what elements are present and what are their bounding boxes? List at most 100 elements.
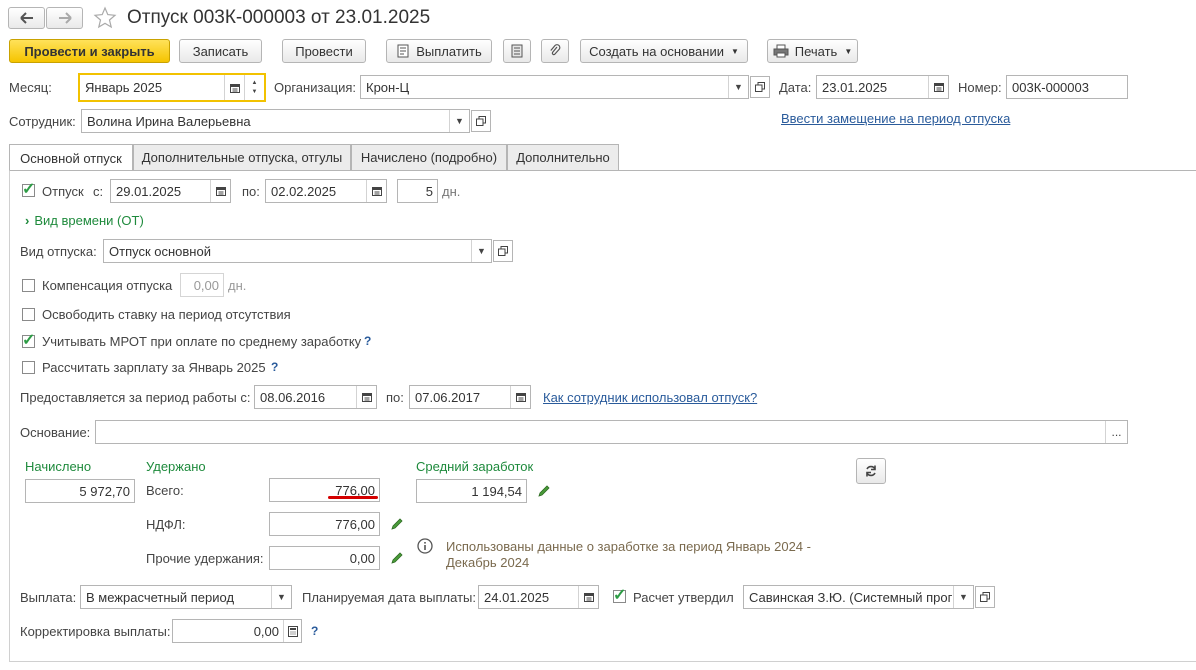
print-button[interactable]: Печать ▼	[767, 39, 858, 63]
select-button[interactable]: ...	[1105, 421, 1127, 443]
period-to-value: 07.06.2017	[415, 389, 481, 405]
vacation-label: Отпуск	[42, 184, 84, 199]
month-field[interactable]: Январь 2025 ▲ ▼	[78, 73, 266, 102]
help-icon[interactable]: ?	[311, 624, 318, 638]
accrued-field[interactable]: 5 972,70	[25, 479, 135, 503]
to-date-field[interactable]: 02.02.2025	[265, 179, 387, 203]
tab-additional[interactable]: Дополнительно	[507, 144, 619, 170]
period-from-field[interactable]: 08.06.2016	[254, 385, 377, 409]
how-used-link[interactable]: Как сотрудник использовал отпуск?	[543, 390, 757, 405]
date-label: Дата:	[779, 80, 812, 95]
vacation-type-label: Вид отпуска:	[20, 244, 97, 259]
calendar-icon[interactable]	[510, 386, 530, 408]
planned-date-field[interactable]: 24.01.2025	[478, 585, 599, 609]
approved-by-field[interactable]: Савинская З.Ю. (Системный прог ▼	[743, 585, 974, 609]
tab-additional-vacations[interactable]: Дополнительные отпуска, отгулы	[133, 144, 351, 170]
pencil-icon[interactable]	[390, 517, 404, 531]
compensation-checkbox[interactable]	[22, 279, 35, 292]
create-based-on-button[interactable]: Создать на основании ▼	[580, 39, 748, 63]
from-date-field[interactable]: 29.01.2025	[110, 179, 231, 203]
print-label: Печать	[794, 43, 838, 59]
help-icon[interactable]: ?	[364, 334, 371, 348]
employee-value: Волина Ирина Валерьевна	[87, 113, 251, 129]
days-field[interactable]: 5	[397, 179, 438, 203]
basis-field[interactable]: ...	[95, 420, 1128, 444]
dropdown-arrow-icon[interactable]: ▼	[449, 110, 469, 132]
calendar-icon[interactable]	[224, 75, 244, 100]
pencil-icon[interactable]	[390, 551, 404, 565]
arrow-right-icon	[58, 12, 72, 24]
org-label: Организация:	[274, 80, 357, 95]
to-label: по:	[242, 184, 260, 199]
number-value: 003К-000003	[1012, 79, 1089, 95]
ndfl-value: 776,00	[335, 516, 375, 532]
avg-earnings-field[interactable]: 1 194,54	[416, 479, 527, 503]
open-approved-by-button[interactable]	[975, 586, 995, 608]
open-org-button[interactable]	[750, 76, 770, 98]
forward-button[interactable]	[46, 7, 83, 29]
period-label: Предоставляется за период работы с:	[20, 390, 251, 405]
payment-label: Выплата:	[20, 590, 77, 605]
post-and-close-button[interactable]: Провести и закрыть	[9, 39, 170, 63]
open-employee-button[interactable]	[471, 110, 491, 132]
free-rate-label: Освободить ставку на период отсутствия	[42, 307, 291, 322]
number-field[interactable]: 003К-000003	[1006, 75, 1128, 99]
attach-button[interactable]	[541, 39, 569, 63]
month-spinner[interactable]: ▲ ▼	[244, 75, 264, 100]
back-button[interactable]	[8, 7, 45, 29]
star-icon[interactable]	[93, 6, 117, 30]
info-text-line-1: Использованы данные о заработке за перио…	[446, 539, 811, 554]
pay-button[interactable]: Выплатить	[386, 39, 492, 63]
mrot-label: Учитывать МРОТ при оплате по среднему за…	[42, 334, 362, 349]
post-button[interactable]: Провести	[282, 39, 366, 63]
vacation-type-field[interactable]: Отпуск основной ▼	[103, 239, 492, 263]
pencil-icon[interactable]	[537, 484, 551, 498]
other-field[interactable]: 0,00	[269, 546, 380, 570]
org-field[interactable]: Крон-Ц ▼	[360, 75, 749, 99]
substitution-link[interactable]: Ввести замещение на период отпуска	[781, 111, 1010, 126]
calendar-icon[interactable]	[366, 180, 386, 202]
dropdown-arrow-icon[interactable]: ▼	[271, 586, 291, 608]
compensation-field[interactable]: 0,00	[180, 273, 224, 297]
correction-label: Корректировка выплаты:	[20, 624, 171, 639]
calendar-icon[interactable]	[210, 180, 230, 202]
page-title: Отпуск 003К-000003 от 23.01.2025	[127, 7, 431, 28]
payment-field[interactable]: В межрасчетный период ▼	[80, 585, 292, 609]
calc-salary-checkbox[interactable]	[22, 361, 35, 374]
payment-value: В межрасчетный период	[86, 589, 235, 605]
checkmark-icon: ✓	[22, 332, 36, 349]
avg-earnings-value: 1 194,54	[471, 483, 522, 499]
free-rate-checkbox[interactable]	[22, 308, 35, 321]
accrued-label: Начислено	[25, 459, 92, 474]
calendar-icon[interactable]	[356, 386, 376, 408]
dropdown-arrow-icon[interactable]: ▼	[953, 586, 973, 608]
period-to-field[interactable]: 07.06.2017	[409, 385, 531, 409]
info-text-line-2: Декабрь 2024	[446, 555, 530, 570]
tab-main-vacation[interactable]: Основной отпуск	[9, 144, 133, 171]
tab-accrued-detailed[interactable]: Начислено (подробно)	[351, 144, 507, 170]
open-vacation-type-button[interactable]	[493, 240, 513, 262]
from-label: с:	[93, 184, 104, 199]
help-icon[interactable]: ?	[271, 360, 278, 374]
employee-field[interactable]: Волина Ирина Валерьевна ▼	[81, 109, 470, 133]
correction-field[interactable]: 0,00	[172, 619, 302, 643]
employee-label: Сотрудник:	[9, 114, 76, 129]
other-value: 0,00	[349, 550, 375, 566]
save-button[interactable]: Записать	[179, 39, 262, 63]
refresh-button[interactable]	[856, 458, 886, 484]
dropdown-arrow-icon[interactable]: ▼	[471, 240, 491, 262]
calendar-icon[interactable]	[928, 76, 948, 98]
time-type-expander[interactable]: › Вид времени (ОТ)	[25, 213, 144, 228]
list-icon	[511, 44, 523, 58]
date-field[interactable]: 23.01.2025	[816, 75, 949, 99]
pay-button-label: Выплатить	[416, 43, 482, 59]
ndfl-label: НДФЛ:	[146, 517, 186, 532]
ndfl-field[interactable]: 776,00	[269, 512, 380, 536]
document-icon	[397, 44, 409, 58]
calculator-icon[interactable]	[283, 620, 301, 642]
compensation-label: Компенсация отпуска	[42, 278, 173, 293]
dropdown-arrow-icon: ▼	[844, 46, 853, 56]
report-button[interactable]	[503, 39, 531, 63]
calendar-icon[interactable]	[578, 586, 598, 608]
dropdown-arrow-icon[interactable]: ▼	[728, 76, 748, 98]
